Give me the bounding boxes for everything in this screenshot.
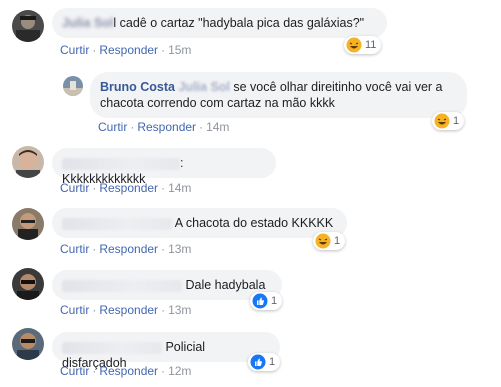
comment-bubble: Julia Soll cadê o cartaz "hadybala pica … bbox=[52, 8, 387, 38]
reaction-badge[interactable]: 1 bbox=[432, 112, 465, 130]
comment-bubble: Policial disfarçadoh bbox=[52, 332, 280, 370]
separator: · bbox=[161, 364, 166, 378]
timestamp[interactable]: 13m bbox=[168, 242, 191, 256]
reaction-count: 11 bbox=[365, 39, 377, 51]
haha-icon bbox=[346, 37, 362, 53]
avatar[interactable] bbox=[12, 328, 44, 360]
comment-text: l cadê o cartaz "hadybala pica das galáx… bbox=[113, 16, 365, 30]
comment-actions: Curtir · Responder · 14m bbox=[98, 120, 229, 134]
timestamp[interactable]: 15m bbox=[168, 43, 191, 57]
comment-text: se você olhar direitinho você vai ver a bbox=[229, 80, 443, 94]
redacted-author-name bbox=[62, 217, 172, 230]
separator: · bbox=[130, 120, 135, 134]
avatar[interactable] bbox=[12, 268, 44, 300]
redacted-author-name bbox=[62, 279, 182, 292]
reaction-count: 1 bbox=[269, 356, 276, 368]
comment-bubble: : Kkkkkkkkkkkkk bbox=[52, 148, 276, 186]
avatar[interactable] bbox=[12, 146, 44, 178]
comment-bubble: Bruno Costa Julia Sol se você olhar dire… bbox=[90, 72, 467, 118]
author-name[interactable]: Julia Sol bbox=[62, 16, 113, 30]
comment-actions: Curtir · Responder · 13m bbox=[60, 303, 191, 317]
separator: · bbox=[199, 120, 204, 134]
reaction-count: 1 bbox=[453, 115, 460, 127]
reply-button[interactable]: Responder bbox=[137, 120, 196, 134]
avatar[interactable] bbox=[12, 208, 44, 240]
separator: · bbox=[161, 43, 166, 57]
comment-bubble: A chacota do estado KKKKK bbox=[52, 208, 347, 238]
tagged-user[interactable]: Julia Sol bbox=[178, 80, 229, 94]
redacted-author-name bbox=[62, 157, 180, 170]
reaction-badge[interactable]: 1 bbox=[248, 353, 281, 371]
reply-button[interactable]: Responder bbox=[99, 242, 158, 256]
timestamp[interactable]: 13m bbox=[168, 303, 191, 317]
separator: · bbox=[92, 303, 97, 317]
like-icon bbox=[252, 293, 268, 309]
timestamp[interactable]: 14m bbox=[206, 120, 229, 134]
comment-actions: Curtir · Responder · 15m bbox=[60, 43, 191, 57]
reply-button[interactable]: Responder bbox=[99, 43, 158, 57]
separator: · bbox=[161, 181, 166, 195]
reaction-badge[interactable]: 1 bbox=[250, 292, 283, 310]
comment-actions: Curtir · Responder · 12m bbox=[60, 364, 191, 378]
like-icon bbox=[250, 354, 266, 370]
haha-icon bbox=[434, 113, 450, 129]
redacted-author-name bbox=[62, 341, 162, 354]
comment-text: Dale hadybala bbox=[182, 278, 266, 292]
avatar[interactable] bbox=[12, 10, 44, 42]
reaction-badge[interactable]: 11 bbox=[344, 36, 382, 54]
reply-button[interactable]: Responder bbox=[99, 303, 158, 317]
timestamp[interactable]: 12m bbox=[168, 364, 191, 378]
avatar[interactable] bbox=[63, 76, 83, 96]
timestamp[interactable]: 14m bbox=[168, 181, 191, 195]
separator: · bbox=[92, 242, 97, 256]
reaction-badge[interactable]: 1 bbox=[313, 232, 346, 250]
like-button[interactable]: Curtir bbox=[60, 242, 89, 256]
separator: · bbox=[92, 43, 97, 57]
separator: · bbox=[92, 181, 97, 195]
haha-icon bbox=[315, 233, 331, 249]
like-button[interactable]: Curtir bbox=[60, 181, 89, 195]
like-button[interactable]: Curtir bbox=[60, 43, 89, 57]
separator: · bbox=[161, 242, 166, 256]
comment-text-continued: chacota correndo com cartaz na mão kkkk bbox=[100, 96, 335, 110]
comment-bubble: Dale hadybala bbox=[52, 270, 282, 300]
comment-actions: Curtir · Responder · 13m bbox=[60, 242, 191, 256]
separator: · bbox=[161, 303, 166, 317]
reaction-count: 1 bbox=[334, 235, 341, 247]
like-button[interactable]: Curtir bbox=[60, 303, 89, 317]
comment-actions: Curtir · Responder · 14m bbox=[60, 181, 191, 195]
like-button[interactable]: Curtir bbox=[60, 364, 89, 378]
reaction-count: 1 bbox=[271, 295, 278, 307]
separator: · bbox=[92, 364, 97, 378]
reply-button[interactable]: Responder bbox=[99, 364, 158, 378]
like-button[interactable]: Curtir bbox=[98, 120, 127, 134]
reply-button[interactable]: Responder bbox=[99, 181, 158, 195]
comment-text: A chacota do estado KKKKK bbox=[172, 216, 334, 230]
author-name[interactable]: Bruno Costa bbox=[100, 80, 175, 94]
